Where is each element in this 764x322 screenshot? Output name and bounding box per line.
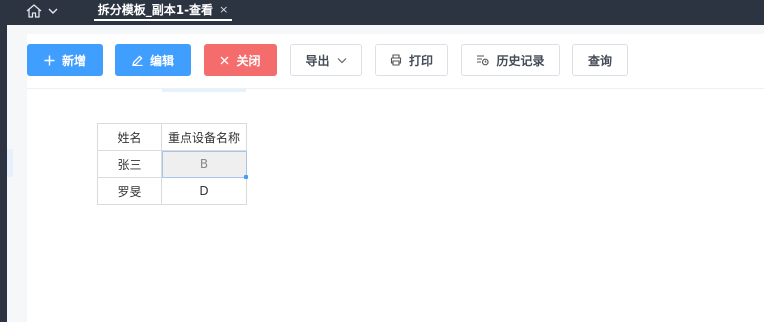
plus-icon (44, 55, 55, 66)
column-selection-highlight (162, 89, 246, 92)
export-button-label: 导出 (305, 53, 330, 68)
chevron-down-icon (337, 57, 347, 64)
row-selection-highlight (7, 149, 13, 177)
pencil-icon (132, 55, 143, 66)
report-table: 姓名 重点设备名称 张三 B 罗旻 D (97, 123, 247, 205)
chevron-down-icon[interactable] (48, 7, 58, 15)
query-button[interactable]: 查询 (572, 44, 628, 76)
edit-button-label: 编辑 (149, 53, 174, 68)
report-sheet: 姓名 重点设备名称 张三 B 罗旻 D (7, 89, 764, 322)
table-cell-selected[interactable]: B (161, 150, 247, 178)
table-row: 罗旻 D (97, 177, 247, 205)
table-header-row: 姓名 重点设备名称 (97, 123, 247, 151)
print-button-label: 打印 (408, 53, 433, 68)
table-cell[interactable]: D (161, 177, 247, 205)
tab-template-view[interactable]: 拆分模板_副本1-查看 × (94, 0, 232, 21)
table-row: 张三 B (97, 150, 247, 178)
edit-button[interactable]: 编辑 (115, 44, 191, 76)
left-sidebar-strip (0, 25, 7, 322)
export-dropdown-button[interactable]: 导出 (290, 44, 362, 76)
home-icon[interactable] (26, 4, 42, 18)
header-cell-name[interactable]: 姓名 (97, 123, 162, 151)
table-cell[interactable]: 罗旻 (97, 177, 162, 205)
print-button[interactable]: 打印 (375, 44, 448, 76)
home-menu[interactable] (26, 0, 58, 22)
header-cell-device[interactable]: 重点设备名称 (161, 123, 247, 151)
selection-fill-handle[interactable] (244, 175, 248, 179)
history-button-label: 历史记录 (496, 53, 545, 68)
table-cell[interactable]: 张三 (97, 150, 162, 178)
tab-close-icon[interactable]: × (219, 4, 228, 15)
main-content: 新增 编辑 关闭 导出 打印 历史记录 查询 姓名 重点设备名称 张三 B 罗旻… (7, 25, 764, 322)
add-button-label: 新增 (61, 53, 86, 68)
query-button-label: 查询 (587, 53, 612, 68)
tab-label: 拆分模板_副本1-查看 (97, 3, 214, 17)
history-icon (476, 54, 490, 66)
printer-icon (390, 54, 402, 66)
top-bar: 拆分模板_副本1-查看 × (0, 0, 764, 25)
close-icon (220, 56, 229, 65)
close-button-label: 关闭 (236, 53, 261, 68)
history-button[interactable]: 历史记录 (461, 44, 560, 76)
close-button[interactable]: 关闭 (204, 44, 277, 76)
report-panel: 新增 编辑 关闭 导出 打印 历史记录 查询 姓名 重点设备名称 张三 B 罗旻… (7, 34, 764, 322)
add-button[interactable]: 新增 (27, 44, 103, 76)
